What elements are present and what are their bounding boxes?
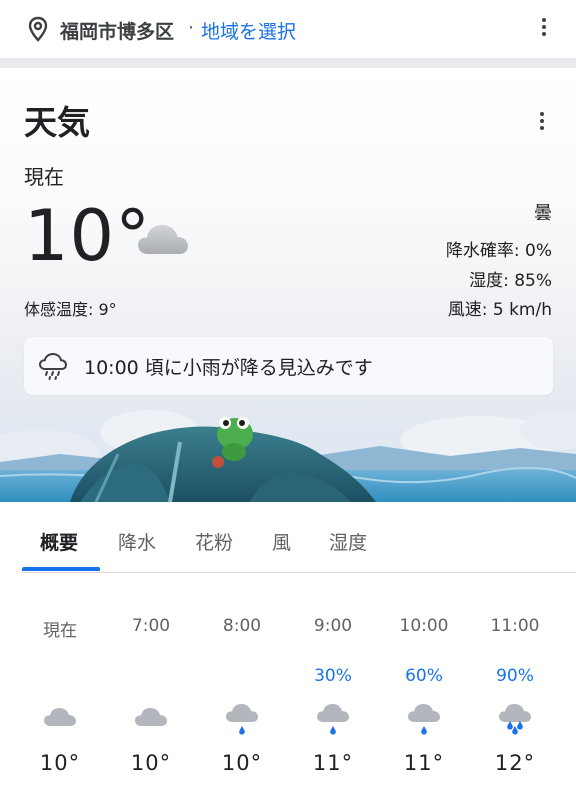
rain-icon: [497, 700, 533, 740]
cloud-icon: [133, 700, 169, 736]
hour-time: 10:00: [399, 616, 449, 636]
location-separator: ·: [188, 17, 195, 39]
tab-divider: [22, 572, 576, 573]
hour-precip: 90%: [496, 666, 534, 686]
location-bar: 福岡市博多区 · 地域を選択: [0, 0, 576, 58]
light-rain-icon: [406, 700, 442, 740]
more-vert-icon[interactable]: [538, 110, 546, 134]
hour-temp: 11°: [312, 751, 354, 775]
hour-time: 11:00: [490, 616, 540, 636]
hour-time: 8:00: [222, 616, 262, 636]
hour-temp: 10°: [130, 751, 172, 775]
select-region-link[interactable]: 地域を選択: [201, 17, 296, 44]
light-rain-icon: [224, 700, 260, 740]
wind-speed: 風速: 5 km/h: [447, 300, 552, 320]
hour-time: 7:00: [131, 616, 171, 636]
hourly-item[interactable]: 10:00 60% 11°: [379, 574, 469, 788]
hourly-item[interactable]: 11:00 90% 12°: [470, 574, 560, 788]
rain-alert-card[interactable]: 10:00 頃に小雨が降る見込みです: [24, 337, 553, 395]
humidity: 湿度: 85%: [469, 271, 552, 291]
cloud-icon: [42, 700, 78, 736]
hour-temp: 10°: [39, 751, 81, 775]
hourly-item[interactable]: 8:00 10°: [197, 574, 287, 788]
drizzle-icon: [38, 351, 68, 385]
hourly-item[interactable]: 9:00 30% 11°: [288, 574, 378, 788]
hour-time: 現在: [43, 621, 77, 641]
active-tab-indicator: [22, 567, 100, 571]
alert-text: 10:00 頃に小雨が降る見込みです: [84, 357, 373, 379]
hour-precip: 30%: [314, 666, 352, 686]
hourly-forecast: 現在 10° 7:00 10° 8:00 10° 9:00 30% 11° 10…: [0, 574, 576, 788]
more-vert-icon[interactable]: [540, 16, 548, 40]
location-name[interactable]: 福岡市博多区: [60, 17, 174, 44]
current-label: 現在: [24, 165, 64, 189]
hourly-item[interactable]: 現在 10°: [15, 574, 105, 788]
location-pin-icon: [26, 16, 50, 42]
cloud-icon: [136, 218, 190, 262]
section-divider: [0, 58, 576, 68]
hour-temp: 12°: [494, 751, 536, 775]
current-temperature: 10°: [24, 195, 152, 277]
tab-humidity[interactable]: 湿度: [329, 528, 367, 555]
tab-bar: 概要 降水 花粉 風 湿度: [0, 502, 576, 574]
weather-title: 天気: [24, 103, 90, 142]
hourly-item[interactable]: 7:00 10°: [106, 574, 196, 788]
tab-overview[interactable]: 概要: [40, 528, 78, 555]
hour-temp: 11°: [403, 751, 445, 775]
hour-time: 9:00: [313, 616, 353, 636]
tab-pollen[interactable]: 花粉: [195, 528, 233, 555]
condition-text: 曇: [534, 203, 552, 224]
tab-precipitation[interactable]: 降水: [118, 528, 156, 555]
hour-temp: 10°: [221, 751, 263, 775]
weather-illustration: [0, 410, 576, 502]
tab-wind[interactable]: 風: [272, 528, 291, 555]
light-rain-icon: [315, 700, 351, 740]
precipitation-probability: 降水確率: 0%: [445, 241, 552, 261]
hour-precip: 60%: [405, 666, 443, 686]
feels-like: 体感温度: 9°: [24, 300, 117, 319]
